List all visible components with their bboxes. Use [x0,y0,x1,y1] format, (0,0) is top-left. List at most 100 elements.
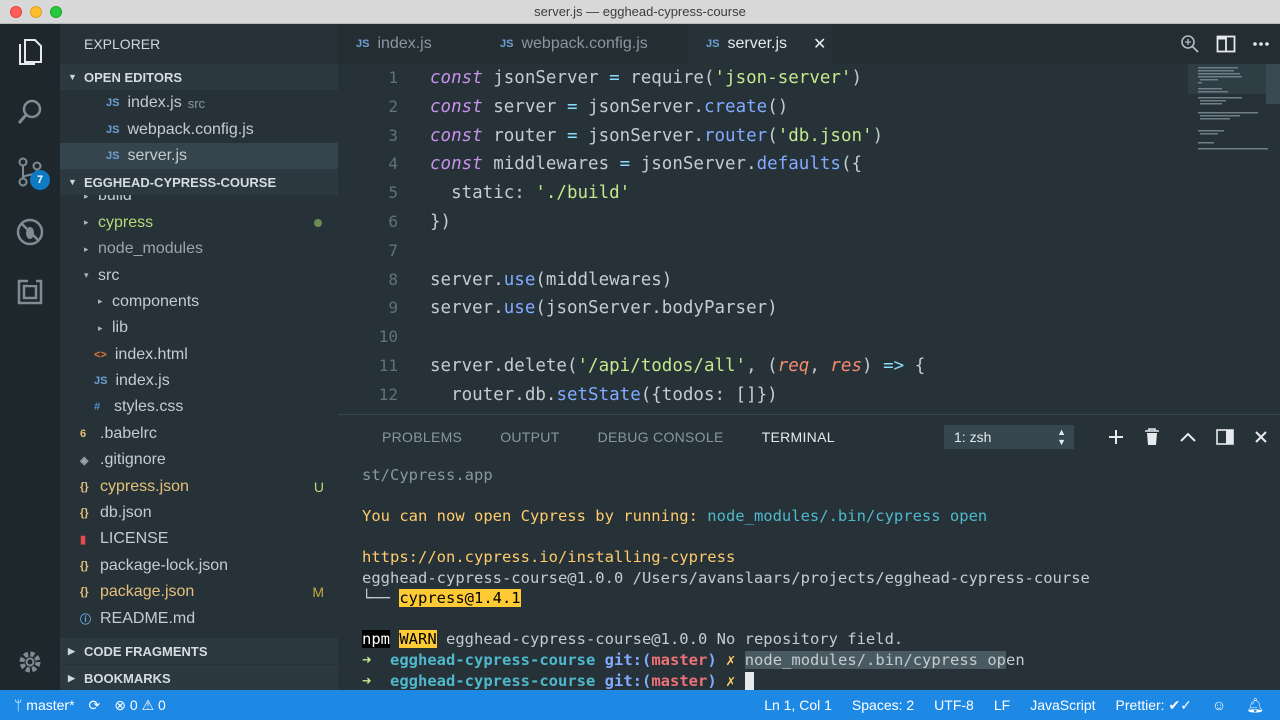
explorer-sidebar: EXPLORER ▼ OPEN EDITORS JS index.js src … [60,24,338,691]
open-editors-header[interactable]: ▼ OPEN EDITORS [60,64,338,90]
tree-file-package-json[interactable]: {} package.json M [60,579,338,605]
tab-problems[interactable]: PROBLEMS [382,429,462,445]
code-text: server.use(jsonServer.bodyParser) [430,298,778,319]
code-text: const middlewares = jsonServer.defaults(… [430,154,863,175]
tree-file-readme[interactable]: ⓘ README.md [60,605,338,631]
code-line[interactable]: 2 const server = jsonServer.create() [338,93,1188,122]
minimize-window-button[interactable] [30,6,42,18]
code-text: static: './build' [430,183,631,204]
code-line[interactable]: 6}) [338,208,1188,237]
gear-icon[interactable] [10,642,50,682]
sync-icon[interactable]: ⟳ [89,697,101,714]
tree-folder-lib[interactable]: ▸ lib [60,315,338,341]
branch-indicator[interactable]: ᛘ master* [14,697,75,713]
status-bar: ᛘ master* ⟳ ⊗ 0 ⚠ 0 Ln 1, Col 1 Spaces: … [0,690,1280,720]
explorer-icon[interactable] [10,32,50,72]
prettier-status[interactable]: Prettier: ✔✓ [1116,697,1192,714]
css-file-icon: # [94,401,101,414]
tab-debug-console[interactable]: DEBUG CONSOLE [598,429,724,445]
tab-index-js[interactable]: JS index.js [338,24,482,64]
code-text: const router = jsonServer.router('db.jso… [430,125,884,146]
cursor-position[interactable]: Ln 1, Col 1 [764,697,832,713]
tree-file-babelrc[interactable]: 6 .babelrc [60,421,338,447]
terminal-actions [1108,415,1268,459]
tree-file-styles-css[interactable]: # styles.css [60,394,338,420]
project-folder-header[interactable]: ▼ EGGHEAD-CYPRESS-COURSE [60,169,338,196]
line-number: 9 [388,298,398,318]
tab-terminal[interactable]: TERMINAL [762,429,835,445]
chevron-right-icon: ▶ [68,645,75,656]
new-terminal-icon[interactable] [1108,429,1124,445]
more-actions-icon[interactable] [1252,41,1270,47]
problems-indicator[interactable]: ⊗ 0 ⚠ 0 [114,697,166,714]
code-line[interactable]: 1 const jsonServer = require('json-server… [338,64,1188,93]
extensions-icon[interactable] [10,272,50,312]
indentation[interactable]: Spaces: 2 [852,697,914,713]
tree-file-package-lock-json[interactable]: {} package-lock.json [60,553,338,579]
debug-icon[interactable] [10,212,50,252]
terminal-shell-select[interactable]: 1: zsh ▲ ▼ [944,425,1074,449]
terminal-line: You can now open Cypress by running: nod… [362,507,988,525]
tab-output[interactable]: OUTPUT [500,429,559,445]
bookmarks-header[interactable]: ▶ BOOKMARKS [60,665,338,691]
open-changes-icon[interactable] [1180,34,1200,54]
feedback-icon[interactable]: ☺ [1212,697,1226,713]
code-line[interactable]: 9 server.use(jsonServer.bodyParser) [338,294,1188,323]
tree-file-license[interactable]: ▮ LICENSE [60,526,338,552]
tree-file-cypress-json[interactable]: {} cypress.json U [60,473,338,499]
code-fragments-header[interactable]: ▶ CODE FRAGMENTS [60,638,338,664]
untracked-badge: U [313,478,324,495]
tree-folder-src[interactable]: ▾ src [60,262,338,288]
code-editor[interactable]: 1 const jsonServer = require('json-server… [338,64,1280,414]
tree-file-gitignore[interactable]: ◈ .gitignore [60,447,338,473]
close-panel-icon[interactable] [1254,430,1268,444]
code-line[interactable]: 12 router.db.setState({todos: []}) [338,381,1188,410]
javascript-file-icon: JS [106,123,120,136]
close-tab-icon[interactable]: ✕ [813,34,826,54]
notifications-icon[interactable]: 🔔︎ [1246,697,1264,714]
chevron-right-icon: ▸ [98,296,103,307]
chevron-up-icon[interactable] [1180,431,1196,443]
chevron-right-icon: ▸ [84,195,89,201]
code-line[interactable]: 3 const router = jsonServer.router('db.js… [338,122,1188,151]
tree-file-index-html[interactable]: <> index.html [60,342,338,368]
tree-folder-node-modules[interactable]: ▸ node_modules [60,236,338,262]
trash-icon[interactable] [1144,428,1160,446]
editor-scrollbar[interactable] [1266,64,1280,104]
terminal-prompt-line: ➜ egghead-cypress-course git:(master) ✗ … [362,651,1025,669]
maximize-window-button[interactable] [50,6,62,18]
tree-folder-cypress[interactable]: ▸ cypress [60,210,338,236]
tree-file-db-json[interactable]: {} db.json [60,500,338,526]
tree-file-index-js[interactable]: JS index.js [60,368,338,394]
code-line[interactable]: 5 static: './build' [338,179,1188,208]
open-editor-item[interactable]: JS webpack.config.js [60,116,338,142]
terminal-line: npm WARN egghead-cypress-course@1.0.0 No… [362,630,904,649]
split-editor-icon[interactable] [1216,35,1236,53]
code-line[interactable]: 10 [338,323,1188,352]
close-window-button[interactable] [10,6,22,18]
search-icon[interactable] [10,92,50,132]
minimap[interactable] [1188,64,1280,414]
modified-dot-icon [314,218,322,227]
tree-folder-components[interactable]: ▸ components [60,289,338,315]
encoding[interactable]: UTF-8 [934,697,974,713]
code-line[interactable]: 8 server.use(middlewares) [338,266,1188,295]
code-line[interactable]: 4 const middlewares = jsonServer.defaults… [338,150,1188,179]
line-endings[interactable]: LF [994,697,1010,713]
source-control-icon[interactable]: 7 [10,152,50,192]
open-editor-item[interactable]: JS index.js src [60,90,338,116]
code-line[interactable]: 7 [338,237,1188,266]
open-editor-item-active[interactable]: JS server.js [60,142,338,170]
tab-server-js[interactable]: JS server.js ✕ [688,24,832,64]
file-tree: ▸ build ▸ cypress ▸ node_modules ▾ src ▸… [60,195,338,645]
tree-folder-build[interactable]: ▸ build [60,195,338,209]
javascript-file-icon: JS [106,149,120,162]
code-line[interactable]: 11 server.delete('/api/todos/all', (req, … [338,352,1188,381]
toggle-panel-icon[interactable] [1216,429,1234,445]
line-number: 7 [388,240,398,260]
title-bar: server.js — egghead-cypress-course [0,0,1280,24]
language-mode[interactable]: JavaScript [1030,697,1095,713]
json-file-icon: {} [80,559,89,572]
git-file-icon: ◈ [80,454,89,467]
tab-webpack-config[interactable]: JS webpack.config.js [482,24,688,64]
